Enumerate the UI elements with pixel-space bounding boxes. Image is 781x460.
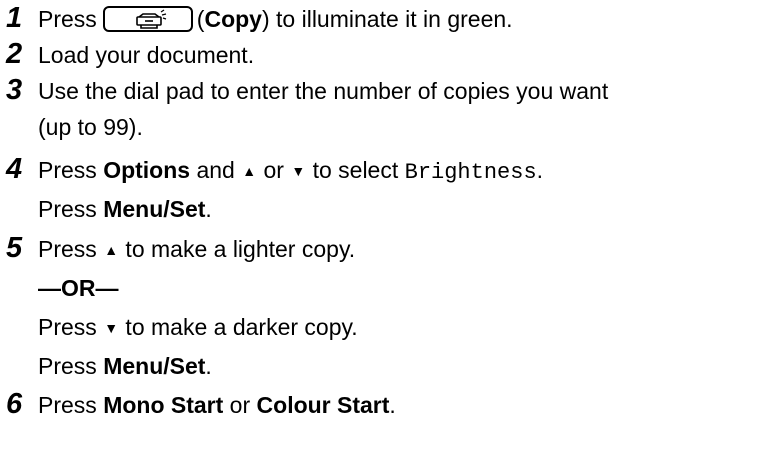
- step-number-3: 3: [6, 74, 23, 106]
- step-6-pre: Press: [38, 392, 104, 418]
- copy-label: Copy: [204, 6, 262, 32]
- or-separator: —OR—: [38, 275, 119, 301]
- step-3-line-1: Use the dial pad to enter the number of …: [38, 78, 609, 104]
- step-5-post: to make a lighter copy.: [119, 236, 356, 262]
- step-3-line-2: (up to 99).: [38, 114, 143, 140]
- step-6-mid1: or: [223, 392, 257, 418]
- step-4-line-2: Press Menu/Set.: [38, 195, 212, 223]
- step-4-mid2: or: [257, 157, 291, 183]
- step-4-mid3: to select: [306, 157, 405, 183]
- step-1-paren-close: ): [261, 6, 270, 32]
- step-5-line-3-post: to make a darker copy.: [119, 314, 358, 340]
- menu-set-label: Menu/Set: [103, 196, 206, 222]
- step-4-mid1: and: [190, 157, 242, 183]
- up-arrow-icon: ▲: [104, 242, 119, 258]
- step-5-line-3: Press ▼ to make a darker copy.: [38, 313, 358, 342]
- step-4-post: .: [536, 157, 544, 183]
- step-5-pre: Press: [38, 236, 104, 262]
- mono-start-label: Mono Start: [103, 392, 224, 418]
- down-arrow-icon: ▼: [104, 320, 119, 336]
- step-4-line-2-post: .: [205, 196, 212, 222]
- colour-start-label: Colour Start: [256, 392, 390, 418]
- step-4-pre: Press: [38, 157, 104, 183]
- brightness-setting: Brightness: [404, 160, 537, 185]
- step-number-5: 5: [6, 232, 23, 264]
- copy-machine-icon: [135, 9, 166, 29]
- step-1-post: to illuminate it in green.: [269, 6, 513, 32]
- step-number-2: 2: [6, 38, 23, 70]
- menu-set-label: Menu/Set: [103, 353, 206, 379]
- step-number-4: 4: [6, 153, 23, 185]
- step-5-line-4-pre: Press: [38, 353, 104, 379]
- step-number-6: 6: [6, 388, 23, 420]
- step-5-line-4: Press Menu/Set.: [38, 352, 212, 380]
- down-arrow-icon: ▼: [291, 163, 306, 179]
- step-6-post: .: [389, 392, 396, 418]
- step-2-line-1: Load your document.: [38, 42, 255, 68]
- step-6-line-1: Press Mono Start or Colour Start.: [38, 391, 396, 419]
- options-label: Options: [103, 157, 191, 183]
- step-4-line-1: Press Options and ▲ or ▼ to select Brigh…: [38, 156, 543, 187]
- step-5-line-3-pre: Press: [38, 314, 104, 340]
- step-5-line-1: Press ▲ to make a lighter copy.: [38, 235, 355, 264]
- up-arrow-icon: ▲: [242, 163, 257, 179]
- step-4-line-2-pre: Press: [38, 196, 104, 222]
- instruction-page: 1 Press (Copy) to illuminate it in green…: [0, 0, 781, 460]
- copy-key-button: [102, 6, 193, 32]
- step-1-pre: Press: [38, 6, 97, 32]
- step-number-1: 1: [6, 2, 23, 34]
- step-1-line-1: Press (Copy) to illuminate it in green.: [38, 5, 513, 33]
- step-5-line-4-post: .: [205, 353, 212, 379]
